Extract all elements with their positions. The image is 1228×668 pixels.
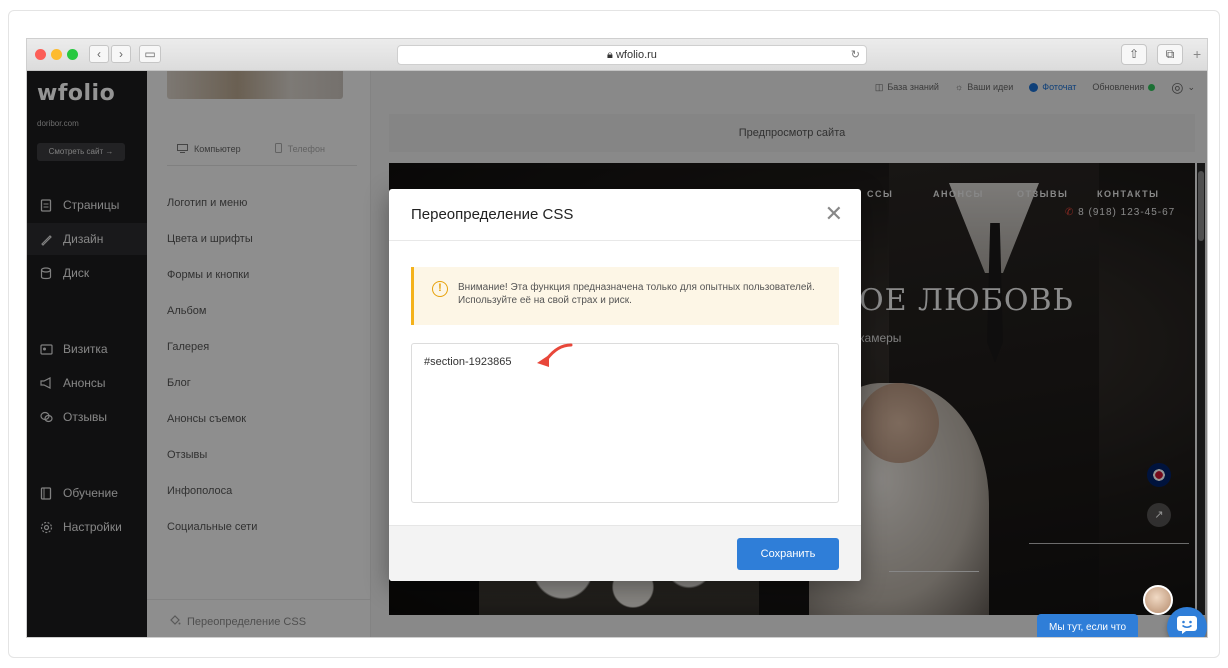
warning-alert: ! Внимание! Эта функция предназначена то… xyxy=(411,267,839,325)
minimize-window-button[interactable] xyxy=(51,49,62,60)
chat-bubble[interactable]: Мы тут, если что xyxy=(1037,614,1139,637)
back-arrow-icon[interactable]: ‹ xyxy=(89,45,109,63)
new-tab-icon[interactable]: + xyxy=(1193,46,1201,62)
lock-icon: 🔒︎ xyxy=(607,49,616,61)
address-bar[interactable]: 🔒︎ wfolio.ru ↻ xyxy=(397,45,867,65)
warning-icon: ! xyxy=(432,281,448,297)
maximize-window-button[interactable] xyxy=(67,49,78,60)
annotation-arrow-icon xyxy=(537,343,573,367)
css-override-modal: Переопределение CSS ✕ ! Внимание! Эта фу… xyxy=(389,189,861,581)
forward-arrow-icon[interactable]: › xyxy=(111,45,131,63)
modal-header: Переопределение CSS ✕ xyxy=(389,189,861,241)
warning-text: Внимание! Эта функция предназначена толь… xyxy=(458,282,815,306)
browser-window: ‹ › ▭ 🔒︎ wfolio.ru ↻ ⇧ ⧉ + wfolio doribo… xyxy=(26,38,1208,638)
sidebar-toggle-icon[interactable]: ▭ xyxy=(139,45,161,63)
modal-footer: Сохранить xyxy=(389,525,861,581)
share-icon[interactable]: ⇧ xyxy=(1121,44,1147,65)
close-icon[interactable]: ✕ xyxy=(825,203,843,225)
save-button[interactable]: Сохранить xyxy=(737,538,839,570)
avatar[interactable] xyxy=(1143,585,1173,615)
address-bar-url: wfolio.ru xyxy=(615,49,657,61)
app-area: wfolio doribor.com Смотреть сайт → Стран… xyxy=(27,71,1207,638)
modal-title: Переопределение CSS xyxy=(411,206,574,223)
css-code-input[interactable] xyxy=(411,343,839,503)
smile-chat-icon xyxy=(1176,615,1198,638)
close-window-button[interactable] xyxy=(35,49,46,60)
reload-icon[interactable]: ↻ xyxy=(851,46,860,64)
tabs-overview-icon[interactable]: ⧉ xyxy=(1157,44,1183,65)
browser-toolbar: ‹ › ▭ 🔒︎ wfolio.ru ↻ ⇧ ⧉ + xyxy=(27,39,1207,71)
